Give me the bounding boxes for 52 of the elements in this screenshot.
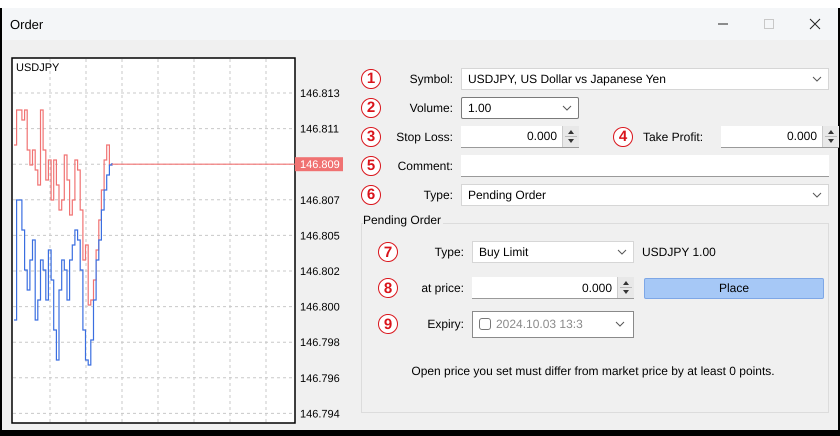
price-axis-label: 146.796 bbox=[300, 372, 340, 385]
chart-symbol: USDJPY bbox=[16, 62, 60, 74]
step-number-marker: 1 bbox=[361, 68, 381, 88]
price-axis-label: 146.802 bbox=[300, 266, 340, 278]
field-label: Type: bbox=[422, 188, 454, 202]
chevron-down-icon bbox=[812, 76, 822, 82]
place-button[interactable]: Place bbox=[644, 278, 824, 298]
price-axis-label: 146.798 bbox=[300, 337, 340, 350]
dropdown-field[interactable]: Buy Limit bbox=[472, 241, 634, 263]
step-number-marker: 9 bbox=[378, 314, 398, 334]
number-field[interactable]: 0.000 bbox=[721, 126, 839, 148]
field-label: Symbol: bbox=[408, 72, 454, 86]
price-axis-label: 146.805 bbox=[300, 230, 340, 242]
field-label: Expiry: bbox=[426, 317, 465, 331]
number-field[interactable]: 0.000 bbox=[461, 126, 579, 148]
field-label: Stop Loss: bbox=[395, 130, 454, 144]
order-summary: USDJPY 1.00 bbox=[641, 245, 717, 259]
info-text: Open price you set must differ from market price by at least 0 points. bbox=[410, 364, 776, 378]
group-title: Pending Order bbox=[363, 213, 444, 227]
step-number-marker: 6 bbox=[361, 184, 381, 204]
step-number-marker: 5 bbox=[361, 156, 381, 176]
dropdown-field[interactable]: 1.00 bbox=[461, 96, 579, 118]
dropdown-field[interactable]: USDJPY, US Dollar vs Japanese Yen bbox=[461, 68, 829, 90]
close-icon bbox=[810, 19, 820, 29]
step-number-marker: 2 bbox=[361, 98, 381, 118]
step-number-marker: 4 bbox=[613, 126, 633, 146]
spin-arrows-icon[interactable] bbox=[562, 126, 579, 146]
field-label: at price: bbox=[420, 281, 465, 295]
field-label: Type: bbox=[434, 245, 465, 259]
window-title: Order bbox=[10, 16, 44, 32]
chevron-down-icon bbox=[615, 321, 625, 327]
maximize-icon bbox=[764, 19, 774, 29]
step-number-marker: 3 bbox=[361, 126, 381, 146]
input-field[interactable] bbox=[461, 154, 829, 176]
price-axis-label: 146.800 bbox=[300, 302, 340, 314]
price-axis-label: 146.813 bbox=[300, 88, 340, 100]
chevron-down-icon bbox=[562, 104, 572, 110]
price-axis-label: 146.794 bbox=[300, 408, 340, 420]
current-price-tag: 146.809 bbox=[295, 157, 343, 172]
field-label: Comment: bbox=[396, 158, 454, 172]
field-label: Volume: bbox=[408, 100, 454, 114]
spin-arrows-icon[interactable] bbox=[617, 277, 634, 298]
price-axis-label: 146.807 bbox=[300, 194, 340, 207]
field-label: Take Profit: bbox=[643, 130, 704, 144]
number-field[interactable]: 0.000 bbox=[472, 277, 634, 299]
dropdown-field[interactable]: Pending Order bbox=[461, 184, 829, 206]
chevron-down-icon bbox=[617, 249, 627, 255]
step-number-marker: 7 bbox=[378, 242, 398, 262]
chevron-down-icon bbox=[812, 192, 822, 198]
spin-arrows-icon[interactable] bbox=[822, 126, 839, 146]
step-number-marker: 8 bbox=[378, 278, 398, 298]
price-axis-label: 146.811 bbox=[300, 124, 339, 136]
